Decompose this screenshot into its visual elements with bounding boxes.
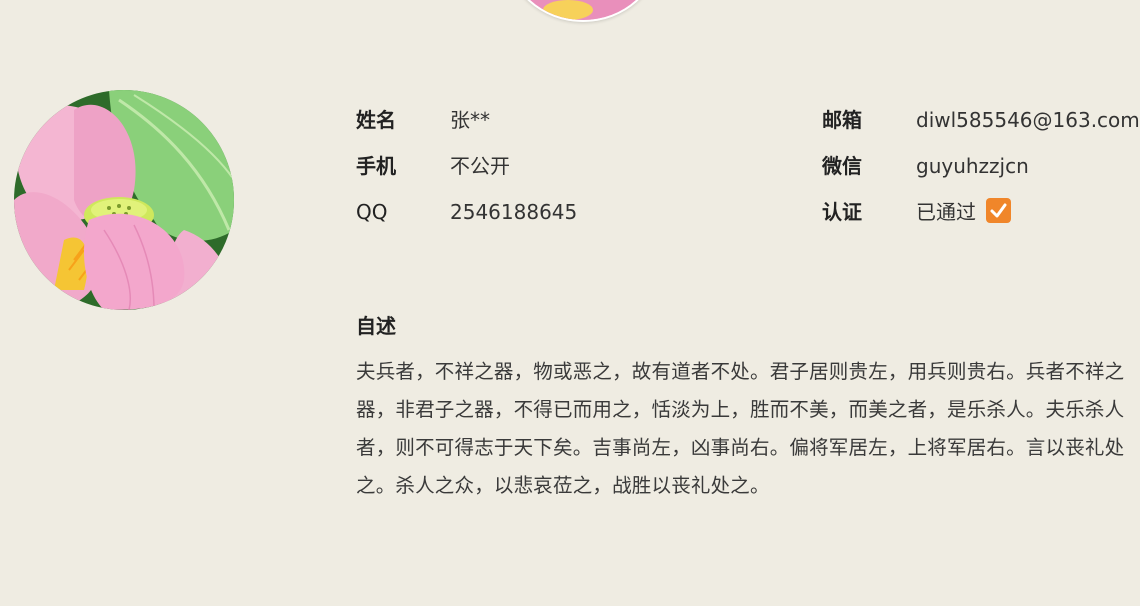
qq-label: QQ (356, 200, 388, 224)
name-label: 姓名 (356, 108, 396, 132)
about-text: 夫兵者，不祥之器，物或恶之，故有道者不处。君子居则贵左，用兵则贵右。兵者不祥之器… (356, 360, 1125, 497)
email-label: 邮箱 (822, 108, 862, 132)
verify-value: 已通过 (916, 200, 976, 224)
verify-label: 认证 (822, 200, 862, 224)
name-value: 张** (450, 108, 490, 132)
about-label: 自述 (356, 314, 396, 338)
wechat-value: guyuhzzjcn (916, 154, 1029, 178)
email-value: diwl585546@163.com (916, 108, 1140, 132)
wechat-label: 微信 (822, 154, 862, 178)
qq-value: 2546188645 (450, 200, 578, 224)
phone-value: 不公开 (450, 154, 510, 178)
profile-page: 姓名 张** 手机 不公开 QQ 2546188645 邮箱 diwl58554… (0, 0, 1140, 606)
checkbox-checked-icon (986, 198, 1011, 223)
top-avatar[interactable] (506, 0, 660, 22)
phone-label: 手机 (356, 154, 396, 178)
avatar[interactable] (14, 90, 234, 310)
